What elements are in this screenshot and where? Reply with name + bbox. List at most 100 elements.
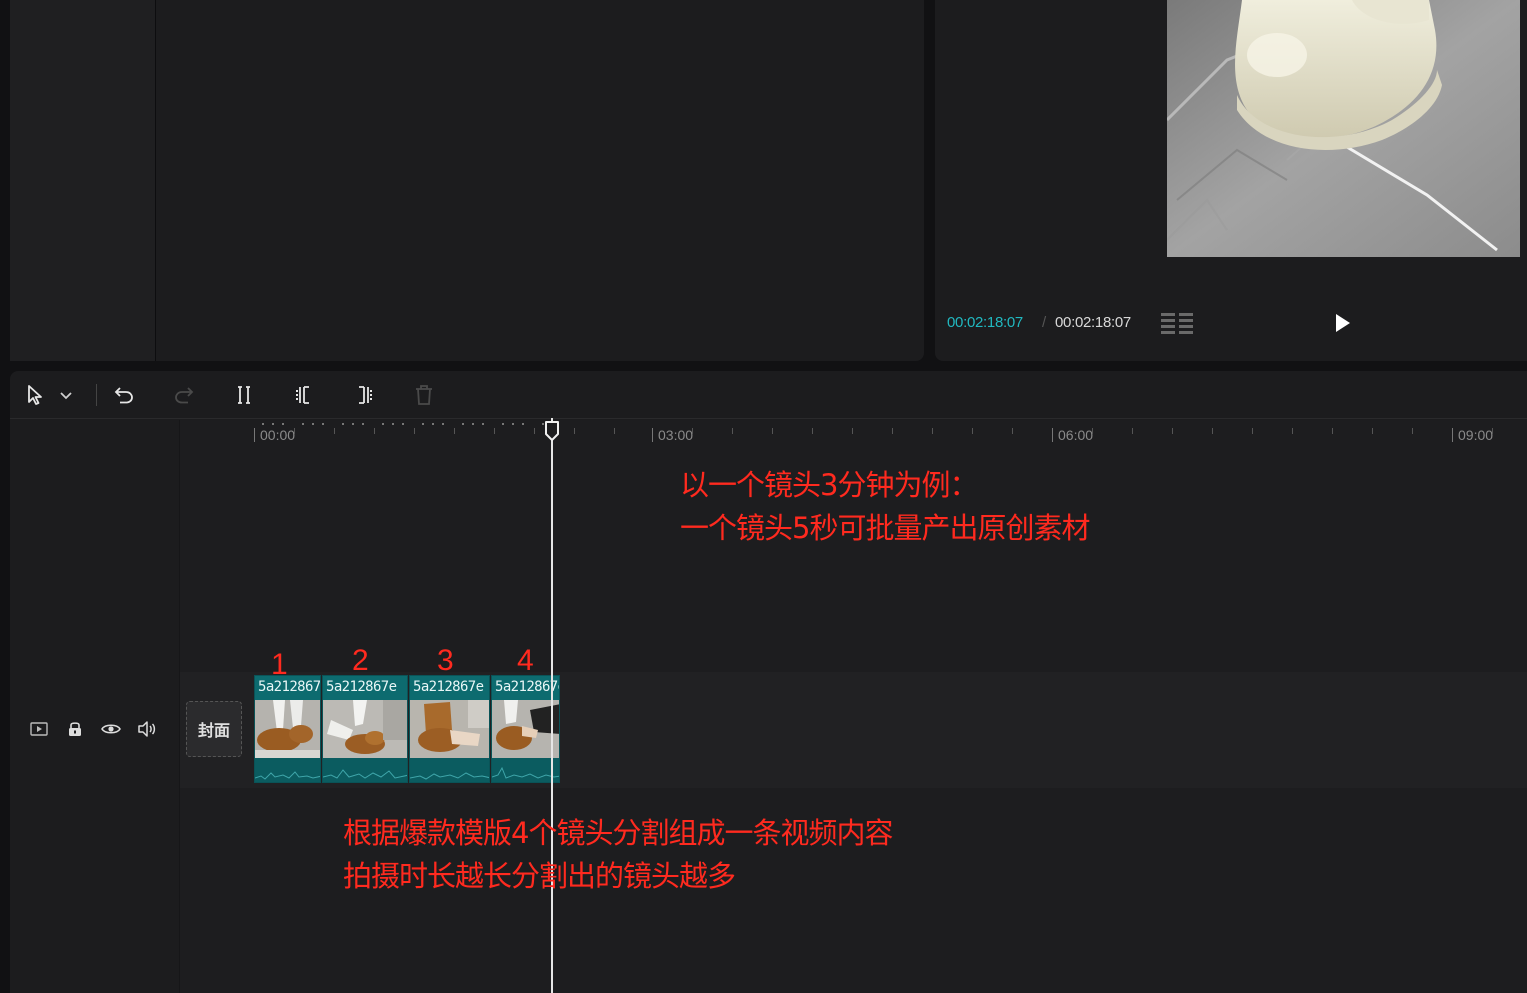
split-left-icon[interactable]	[292, 383, 316, 407]
video-clip-4[interactable]: 5a212867e	[491, 675, 560, 783]
clip-number-4: 4	[517, 644, 534, 677]
undo-icon[interactable]	[112, 383, 136, 407]
play-icon[interactable]	[1333, 312, 1353, 334]
ruler-dot	[522, 423, 524, 425]
ruler-dot	[312, 423, 314, 425]
ruler-minor-tick	[494, 428, 495, 434]
ruler-label: 00:00	[260, 427, 296, 443]
ruler-dot	[392, 423, 394, 425]
ruler-minor-tick	[414, 428, 415, 434]
ruler-dot	[262, 423, 264, 425]
ruler-dot	[362, 423, 364, 425]
ruler-major-tick	[1452, 428, 1453, 442]
clip-number-3: 3	[437, 644, 454, 677]
clip-number-2: 2	[352, 644, 369, 677]
split-icon[interactable]	[232, 383, 256, 407]
clip-audio-waveform	[410, 758, 489, 782]
player-panel: 00:02:18:07 / 00:02:18:07	[935, 0, 1527, 361]
clip-thumbnail	[323, 700, 407, 758]
timeline-toolbar	[10, 371, 1527, 419]
ruler-minor-tick	[1332, 428, 1333, 434]
ruler-major-tick	[254, 428, 255, 442]
ruler-dot	[502, 423, 504, 425]
ruler-dot	[282, 423, 284, 425]
ruler-minor-tick	[1252, 428, 1253, 434]
clip-name: 5a212867e	[413, 679, 484, 695]
cover-button[interactable]: 封面	[186, 701, 242, 757]
ruler-minor-tick	[892, 428, 893, 434]
track-preview-icon[interactable]	[28, 718, 50, 740]
clip-thumbnail	[255, 700, 320, 758]
playhead-handle-icon[interactable]	[544, 420, 560, 442]
player-controls: 00:02:18:07 / 00:02:18:07	[935, 308, 1527, 338]
video-clip-2[interactable]: 5a212867e	[322, 675, 408, 783]
clip-name: 5a212867e	[258, 679, 320, 695]
eye-icon[interactable]	[100, 718, 122, 740]
ruler-minor-tick	[294, 428, 295, 434]
track-header-column	[10, 420, 180, 993]
clip-thumbnail	[410, 700, 489, 758]
annotation-bottom-line-1: 根据爆款模版4个镜头分割组成一条视频内容	[343, 816, 893, 850]
ruler-label: 09:00	[1458, 427, 1494, 443]
clip-name: 5a212867e	[326, 679, 397, 695]
timecode-separator: /	[1042, 314, 1047, 331]
annotation-bottom-line-2: 拍摄时长越长分割出的镜头越多	[343, 859, 736, 893]
clip-audio-waveform	[323, 758, 407, 782]
ruler-minor-tick	[932, 428, 933, 434]
ruler-minor-tick	[374, 428, 375, 434]
select-cursor-icon[interactable]	[24, 383, 48, 407]
ruler-dot	[402, 423, 404, 425]
ruler-minor-tick	[574, 428, 575, 434]
ruler-dot	[352, 423, 354, 425]
split-right-icon[interactable]	[352, 383, 376, 407]
annotation-top-line-2: 一个镜头5秒可批量产出原创素材	[680, 511, 1090, 545]
ruler-minor-tick	[772, 428, 773, 434]
annotation-top-line-1: 以一个镜头3分钟为例：	[680, 468, 978, 502]
ruler-minor-tick	[454, 428, 455, 434]
ruler-minor-tick	[972, 428, 973, 434]
ruler-dot	[462, 423, 464, 425]
current-timecode: 00:02:18:07	[947, 314, 1023, 331]
ruler-minor-tick	[334, 428, 335, 434]
ruler-minor-tick	[534, 428, 535, 434]
ruler-minor-tick	[1172, 428, 1173, 434]
media-panel	[10, 0, 924, 361]
ruler-minor-tick	[852, 428, 853, 434]
ruler-minor-tick	[1212, 428, 1213, 434]
ruler-dot	[302, 423, 304, 425]
chevron-down-icon[interactable]	[58, 383, 74, 407]
video-preview	[1167, 0, 1520, 257]
ruler-minor-tick	[692, 428, 693, 434]
ruler-minor-tick	[614, 428, 615, 434]
ruler-minor-tick	[1132, 428, 1133, 434]
video-clip-1[interactable]: 5a212867e	[254, 675, 321, 783]
speaker-icon[interactable]	[136, 718, 158, 740]
clip-name: 5a212867e	[495, 679, 559, 695]
ruler-dot	[272, 423, 274, 425]
timeline-grid-icon[interactable]	[1161, 311, 1195, 335]
delete-icon[interactable]	[412, 383, 436, 407]
media-sidebar	[10, 0, 156, 361]
ruler-minor-tick	[1092, 428, 1093, 434]
total-timecode: 00:02:18:07	[1055, 314, 1131, 331]
clip-audio-waveform	[492, 758, 559, 782]
clip-number-1: 1	[271, 648, 288, 681]
preview-frame-image	[1167, 0, 1520, 257]
ruler-dot	[322, 423, 324, 425]
ruler-dot	[342, 423, 344, 425]
ruler-minor-tick	[1012, 428, 1013, 434]
ruler-label: 03:00	[658, 427, 694, 443]
redo-icon[interactable]	[172, 383, 196, 407]
ruler-minor-tick	[1372, 428, 1373, 434]
ruler-dot	[472, 423, 474, 425]
ruler-dot	[422, 423, 424, 425]
ruler-dot	[482, 423, 484, 425]
video-clip-3[interactable]: 5a212867e	[409, 675, 490, 783]
ruler-dot	[442, 423, 444, 425]
lock-icon[interactable]	[64, 718, 86, 740]
ruler-minor-tick	[1292, 428, 1293, 434]
time-ruler[interactable]: 00:00 03:00 06:00 09:00	[180, 420, 1527, 450]
clip-audio-waveform	[255, 758, 320, 782]
ruler-dot	[432, 423, 434, 425]
ruler-dot	[382, 423, 384, 425]
